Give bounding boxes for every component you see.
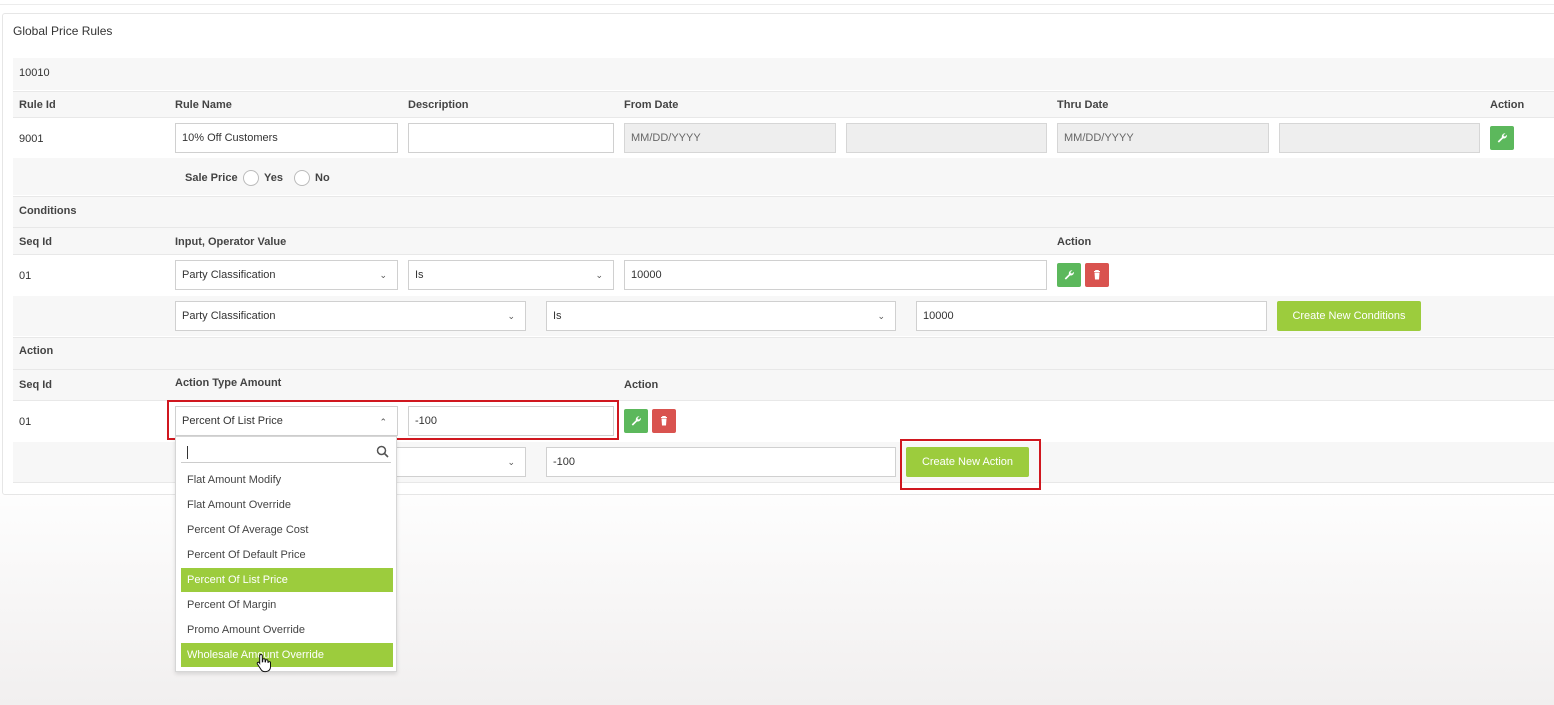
- description-header: Description: [408, 99, 469, 111]
- condition-input-value: Party Classification: [182, 269, 276, 281]
- action-type-dropdown: Flat Amount Modify Flat Amount Override …: [175, 436, 397, 672]
- conditions-action-header: Action: [1057, 236, 1092, 248]
- wrench-icon: [1490, 126, 1514, 150]
- conditions-title-band: [13, 196, 1554, 227]
- dropdown-option[interactable]: Percent Of Margin: [181, 593, 393, 617]
- conditions-seq-id-header: Seq Id: [19, 236, 53, 248]
- dropdown-option[interactable]: Flat Amount Override: [181, 493, 393, 517]
- sale-price-yes-label: Yes: [264, 172, 283, 184]
- wrench-icon: [624, 409, 648, 433]
- action-seq-id: 01: [19, 416, 32, 428]
- condition-value-input[interactable]: 10000: [624, 260, 1047, 290]
- new-action-amount-input[interactable]: -100: [546, 447, 896, 477]
- hand-pointer-icon: [256, 653, 272, 673]
- search-icon: [376, 445, 389, 458]
- action-title-band: [13, 337, 1554, 369]
- top-divider: [0, 0, 1554, 5]
- dropdown-option[interactable]: Flat Amount Modify: [181, 468, 393, 492]
- rule-name-input[interactable]: 10% Off Customers: [175, 123, 398, 153]
- dropdown-option[interactable]: Promo Amount Override: [181, 618, 393, 642]
- conditions-input-operator-header: Input, Operator Value: [175, 236, 287, 248]
- condition-operator-value: Is: [415, 269, 424, 281]
- new-condition-operator-select[interactable]: Is ⌄: [546, 301, 896, 331]
- condition-edit-button[interactable]: [1057, 263, 1081, 287]
- sale-price-yes-radio[interactable]: [243, 170, 259, 186]
- sale-price-no-radio[interactable]: [294, 170, 310, 186]
- action-header: Action: [1490, 99, 1525, 111]
- new-condition-value-input[interactable]: 10000: [916, 301, 1267, 331]
- thru-date-input[interactable]: MM/DD/YYYY: [1057, 123, 1269, 153]
- trash-icon: [652, 409, 676, 433]
- sale-price-no-label: No: [315, 172, 330, 184]
- dropdown-option[interactable]: Percent Of Default Price: [181, 543, 393, 567]
- text-cursor: [187, 446, 188, 459]
- chevron-down-icon: ⌄: [877, 311, 885, 321]
- new-condition-input-value: Party Classification: [182, 310, 276, 322]
- from-time-input[interactable]: [846, 123, 1047, 153]
- rule-edit-button[interactable]: [1490, 126, 1514, 150]
- thru-time-input[interactable]: [1279, 123, 1480, 153]
- highlight-box-create-action: [900, 439, 1041, 490]
- new-condition-operator-value: Is: [553, 310, 562, 322]
- action-action-header: Action: [624, 379, 659, 391]
- new-condition-input-select[interactable]: Party Classification ⌄: [175, 301, 526, 331]
- action-delete-button[interactable]: [652, 409, 676, 433]
- from-date-header: From Date: [624, 99, 679, 111]
- condition-seq-id: 01: [19, 270, 32, 282]
- action-seq-id-header: Seq Id: [19, 379, 53, 391]
- dropdown-option-hovered[interactable]: Wholesale Amount Override: [181, 643, 393, 667]
- rule-id-value: 9001: [19, 133, 44, 145]
- condition-operator-select[interactable]: Is ⌄: [408, 260, 614, 290]
- rule-group-band: [13, 58, 1554, 90]
- panel-title: Global Price Rules: [13, 24, 113, 38]
- trash-icon: [1085, 263, 1109, 287]
- rule-header-band: [13, 91, 1554, 118]
- create-new-conditions-button[interactable]: Create New Conditions: [1277, 301, 1421, 331]
- rule-name-header: Rule Name: [175, 99, 232, 111]
- rule-id-header: Rule Id: [19, 99, 56, 111]
- wrench-icon: [1057, 263, 1081, 287]
- action-type-amount-header: Action Type Amount: [175, 377, 282, 389]
- chevron-down-icon: ⌄: [595, 270, 603, 280]
- rule-group-id: 10010: [19, 67, 50, 79]
- from-date-input[interactable]: MM/DD/YYYY: [624, 123, 836, 153]
- highlight-box-action-row: [167, 400, 619, 440]
- action-title: Action: [19, 345, 54, 357]
- sale-price-label: Sale Price: [185, 172, 238, 184]
- dropdown-option[interactable]: Percent Of Average Cost: [181, 518, 393, 542]
- chevron-down-icon: ⌄: [379, 270, 387, 280]
- dropdown-search-input[interactable]: [181, 441, 391, 463]
- condition-delete-button[interactable]: [1085, 263, 1109, 287]
- description-input[interactable]: [408, 123, 614, 153]
- action-edit-button[interactable]: [624, 409, 648, 433]
- condition-input-select[interactable]: Party Classification ⌄: [175, 260, 398, 290]
- conditions-title: Conditions: [19, 205, 77, 217]
- thru-date-header: Thru Date: [1057, 99, 1109, 111]
- chevron-down-icon: ⌄: [507, 311, 515, 321]
- dropdown-option-selected[interactable]: Percent Of List Price: [181, 568, 393, 592]
- chevron-down-icon: ⌄: [507, 457, 515, 467]
